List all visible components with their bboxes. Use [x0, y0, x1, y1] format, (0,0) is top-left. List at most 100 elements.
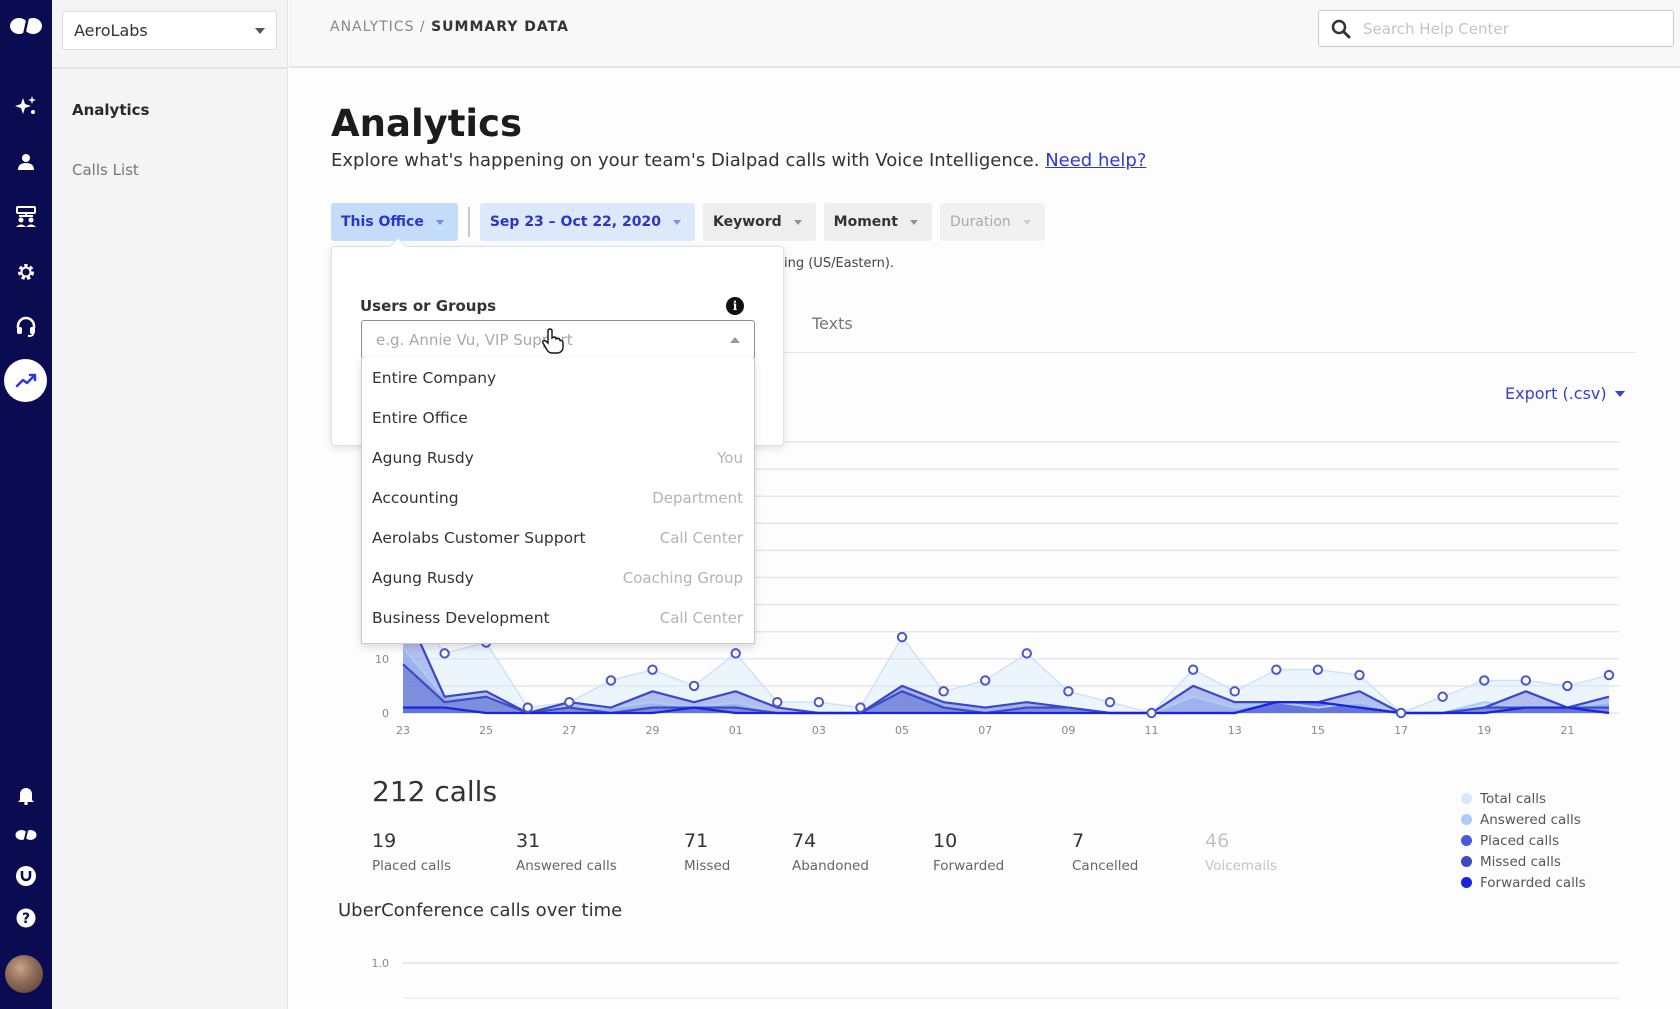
option-accounting[interactable]: Accounting Department [362, 478, 754, 518]
legend-item-total[interactable]: Total calls [1461, 788, 1586, 809]
line-missed-calls [402, 663, 1609, 715]
stat-value: 46 [1205, 830, 1230, 852]
stat-abandoned: 74 Abandoned [792, 830, 869, 874]
option-type: Call Center [659, 609, 743, 627]
chevron-down-icon [909, 219, 918, 225]
filter-duration-label: Duration [949, 214, 1011, 230]
top-header: ANALYTICS / SUMMARY DATA [289, 0, 1680, 68]
gear-icon[interactable] [0, 260, 52, 284]
data-point [439, 648, 450, 659]
option-name: Agung Rusdy [372, 569, 474, 587]
data-point [813, 696, 825, 708]
data-point [1063, 686, 1074, 697]
x-tick-label: 11 [1145, 724, 1159, 737]
sidebar-item-calls-list[interactable]: Calls List [72, 161, 139, 179]
uc-y-tick-label: 1.0 [372, 957, 390, 970]
need-help-link[interactable]: Need help? [1045, 150, 1146, 171]
help-search-box[interactable] [1318, 10, 1674, 47]
filter-date-range[interactable]: Sep 23 – Oct 22, 2020 [479, 203, 695, 241]
data-point [1395, 707, 1407, 719]
chevron-up-icon[interactable] [730, 336, 740, 343]
breadcrumb-parent[interactable]: ANALYTICS [330, 19, 414, 35]
option-business-development[interactable]: Business Development Call Center [362, 598, 754, 638]
left-rail: ? [0, 0, 52, 1009]
dialpad-small-icon[interactable] [0, 825, 52, 845]
x-tick-label: 03 [812, 724, 826, 737]
option-entire-office[interactable]: Entire Office [362, 398, 754, 438]
x-tick-label: 23 [396, 724, 410, 737]
headset-icon[interactable] [0, 314, 52, 338]
data-point [522, 702, 533, 713]
option-agung-rusdy-coaching[interactable]: Agung Rusdy Coaching Group [362, 558, 754, 598]
data-point [1437, 691, 1448, 702]
analytics-nav-button[interactable] [4, 359, 47, 402]
filter-duration[interactable]: Duration [939, 203, 1045, 241]
help-icon[interactable]: ? [0, 906, 52, 930]
avatar[interactable] [5, 955, 43, 993]
option-name: Accounting [372, 489, 459, 507]
data-point [1479, 675, 1490, 686]
legend-item-forwarded[interactable]: Forwarded calls [1461, 872, 1586, 893]
option-type: You [717, 449, 743, 467]
total-calls: 212 calls [372, 775, 498, 808]
sparkles-icon[interactable] [0, 94, 52, 118]
chart-axis-labels: 0 10 23 25 27 29 01 03 05 07 09 11 13 15 17 19 21 [375, 653, 1574, 737]
export-csv-button[interactable]: Export (.csv) [1505, 384, 1625, 403]
sidebar-item-analytics[interactable]: Analytics [72, 101, 149, 119]
info-icon[interactable]: i [726, 297, 744, 315]
export-label: Export (.csv) [1505, 384, 1607, 403]
data-point [1520, 675, 1532, 686]
legend-dot [1461, 793, 1472, 804]
data-point [980, 675, 991, 686]
filter-keyword[interactable]: Keyword [702, 203, 816, 241]
tab-texts[interactable]: Texts [812, 314, 853, 333]
legend-label: Answered calls [1480, 811, 1581, 828]
chart-points [439, 631, 1615, 719]
option-type: Department [652, 489, 743, 507]
option-entire-company[interactable]: Entire Company [362, 358, 754, 398]
area-missed-calls [403, 664, 1609, 713]
stat-value: 7 [1072, 830, 1085, 852]
org-chart-icon[interactable] [0, 205, 52, 229]
x-tick-label: 09 [1061, 724, 1075, 737]
breadcrumb-current: SUMMARY DATA [431, 19, 569, 35]
x-tick-label: 13 [1228, 724, 1242, 737]
legend-label: Total calls [1480, 790, 1547, 807]
filter-separator [467, 207, 470, 237]
filter-office[interactable]: This Office [331, 203, 458, 241]
search-icon [1331, 19, 1351, 38]
option-aerolabs-customer-support[interactable]: Aerolabs Customer Support Call Center [362, 518, 754, 558]
legend-item-missed[interactable]: Missed calls [1461, 851, 1586, 872]
x-tick-label: 07 [978, 724, 992, 737]
dialpad-logo-icon[interactable] [0, 12, 52, 40]
stat-value: 19 [372, 830, 397, 852]
stat-label: Missed [684, 858, 731, 874]
uberconference-icon[interactable] [0, 864, 52, 888]
option-name: Agung Rusdy [372, 449, 474, 467]
person-icon[interactable] [0, 150, 52, 174]
option-type: Call Center [659, 529, 743, 547]
data-point [1187, 664, 1199, 675]
stat-label: Forwarded [933, 858, 1005, 874]
org-selector[interactable]: AeroLabs [62, 11, 277, 50]
filter-moment[interactable]: Moment [823, 203, 932, 241]
sidebar-divider [52, 67, 288, 69]
filter-office-label: This Office [341, 214, 424, 230]
tabs-divider [779, 352, 1636, 353]
chevron-down-icon [435, 219, 444, 225]
option-agung-rusdy-you[interactable]: Agung Rusdy You [362, 438, 754, 478]
bell-icon[interactable] [0, 783, 52, 807]
option-name: Entire Company [372, 369, 497, 387]
data-point [938, 686, 949, 697]
data-point [855, 702, 866, 713]
stat-forwarded: 10 Forwarded [933, 830, 1004, 874]
legend-item-answered[interactable]: Answered calls [1461, 809, 1586, 830]
breadcrumb-separator: / [414, 19, 432, 35]
stat-label: Voicemails [1205, 858, 1277, 874]
help-search-input[interactable] [1363, 19, 1653, 38]
legend-item-placed[interactable]: Placed calls [1461, 830, 1586, 851]
stat-value: 74 [792, 830, 817, 852]
chevron-down-icon [672, 219, 681, 225]
line-forwarded-calls [403, 701, 1610, 715]
subtitle-text: Explore what's happening on your team's … [331, 150, 1040, 171]
